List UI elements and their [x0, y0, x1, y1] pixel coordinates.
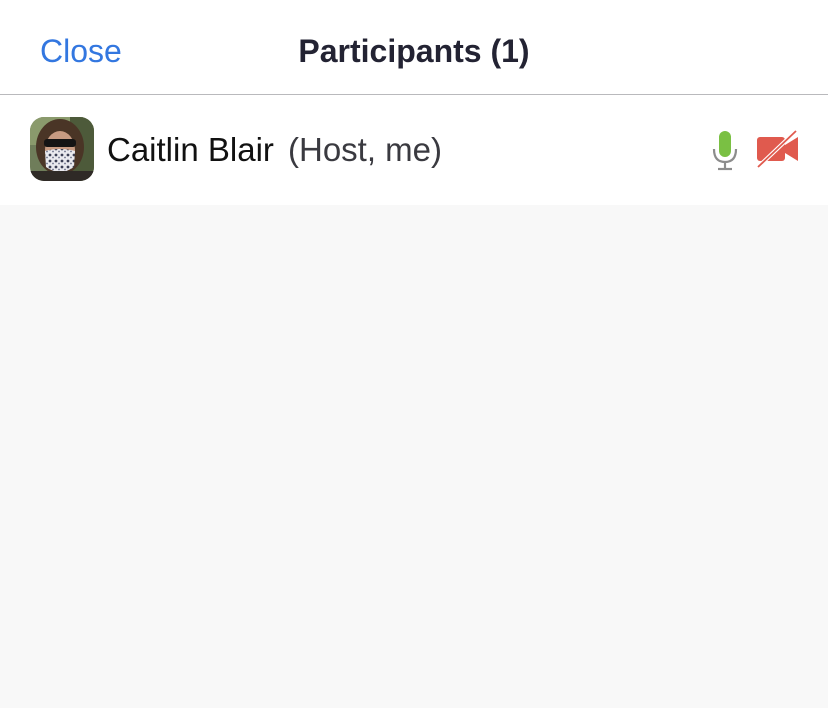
avatar [30, 117, 94, 181]
participants-screen: Close Participants (1) Caitlin Blair (Ho… [0, 0, 828, 708]
participant-name: Caitlin Blair [107, 131, 274, 168]
page-title: Participants (1) [298, 33, 530, 69]
participant-role: (Host, me) [288, 131, 443, 168]
video-off-icon[interactable] [756, 129, 800, 169]
participant-row[interactable]: Caitlin Blair (Host, me) [0, 95, 828, 205]
nav-bar: Close Participants (1) [0, 0, 828, 95]
mic-unmuted-icon[interactable] [708, 129, 742, 173]
